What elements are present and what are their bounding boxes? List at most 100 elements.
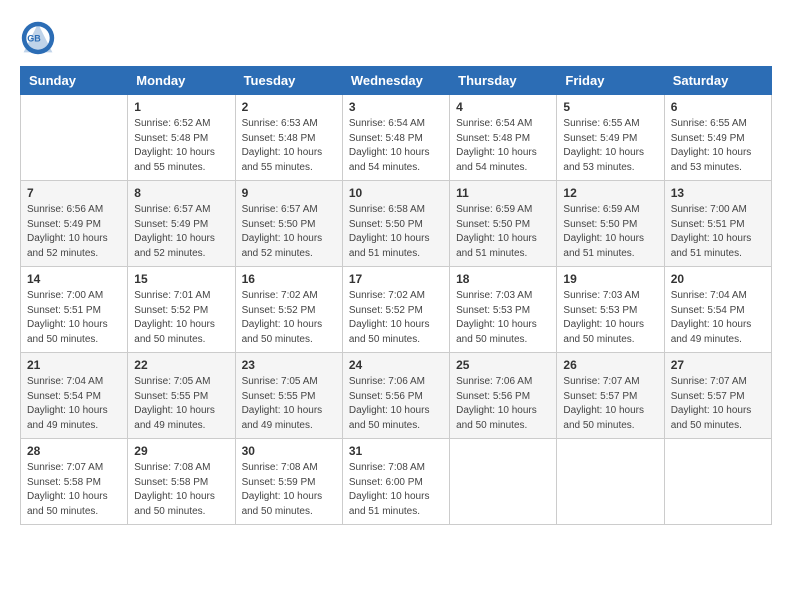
- sunrise-text: Sunrise: 6:56 AM: [27, 204, 103, 215]
- day-number: 6: [671, 100, 765, 114]
- sunrise-text: Sunrise: 7:07 AM: [563, 376, 639, 387]
- daylight-minutes-text: and 55 minutes.: [134, 162, 205, 173]
- sunset-text: Sunset: 5:53 PM: [563, 305, 637, 316]
- daylight-text: Daylight: 10 hours: [563, 233, 644, 244]
- daylight-text: Daylight: 10 hours: [27, 491, 108, 502]
- header-day-sunday: Sunday: [21, 67, 128, 95]
- day-number: 27: [671, 358, 765, 372]
- day-number: 30: [242, 444, 336, 458]
- daylight-minutes-text: and 51 minutes.: [671, 248, 742, 259]
- day-info: Sunrise: 7:05 AMSunset: 5:55 PMDaylight:…: [134, 375, 228, 433]
- day-info: Sunrise: 7:08 AMSunset: 6:00 PMDaylight:…: [349, 461, 443, 519]
- day-number: 2: [242, 100, 336, 114]
- day-info: Sunrise: 6:56 AMSunset: 5:49 PMDaylight:…: [27, 203, 121, 261]
- sunrise-text: Sunrise: 7:03 AM: [456, 290, 532, 301]
- daylight-text: Daylight: 10 hours: [456, 319, 537, 330]
- day-cell: 1Sunrise: 6:52 AMSunset: 5:48 PMDaylight…: [128, 95, 235, 181]
- daylight-minutes-text: and 50 minutes.: [242, 334, 313, 345]
- sunset-text: Sunset: 5:52 PM: [349, 305, 423, 316]
- day-info: Sunrise: 7:04 AMSunset: 5:54 PMDaylight:…: [27, 375, 121, 433]
- daylight-text: Daylight: 10 hours: [349, 147, 430, 158]
- sunset-text: Sunset: 5:48 PM: [349, 133, 423, 144]
- daylight-minutes-text: and 49 minutes.: [671, 334, 742, 345]
- day-info: Sunrise: 7:05 AMSunset: 5:55 PMDaylight:…: [242, 375, 336, 433]
- day-number: 16: [242, 272, 336, 286]
- daylight-text: Daylight: 10 hours: [671, 405, 752, 416]
- day-number: 4: [456, 100, 550, 114]
- week-row-5: 28Sunrise: 7:07 AMSunset: 5:58 PMDayligh…: [21, 439, 772, 525]
- daylight-minutes-text: and 51 minutes.: [456, 248, 527, 259]
- day-cell: [450, 439, 557, 525]
- daylight-text: Daylight: 10 hours: [242, 319, 323, 330]
- daylight-minutes-text: and 52 minutes.: [27, 248, 98, 259]
- sunrise-text: Sunrise: 6:55 AM: [563, 118, 639, 129]
- daylight-text: Daylight: 10 hours: [456, 147, 537, 158]
- sunrise-text: Sunrise: 7:02 AM: [242, 290, 318, 301]
- sunrise-text: Sunrise: 6:57 AM: [134, 204, 210, 215]
- day-info: Sunrise: 7:04 AMSunset: 5:54 PMDaylight:…: [671, 289, 765, 347]
- sunset-text: Sunset: 5:51 PM: [671, 219, 745, 230]
- daylight-minutes-text: and 49 minutes.: [27, 420, 98, 431]
- daylight-text: Daylight: 10 hours: [563, 405, 644, 416]
- daylight-text: Daylight: 10 hours: [456, 233, 537, 244]
- day-number: 28: [27, 444, 121, 458]
- sunrise-text: Sunrise: 7:08 AM: [242, 462, 318, 473]
- sunset-text: Sunset: 5:50 PM: [563, 219, 637, 230]
- daylight-minutes-text: and 50 minutes.: [456, 420, 527, 431]
- day-cell: 30Sunrise: 7:08 AMSunset: 5:59 PMDayligh…: [235, 439, 342, 525]
- page-header: GB: [20, 20, 772, 56]
- daylight-minutes-text: and 49 minutes.: [134, 420, 205, 431]
- header-day-monday: Monday: [128, 67, 235, 95]
- day-info: Sunrise: 7:01 AMSunset: 5:52 PMDaylight:…: [134, 289, 228, 347]
- daylight-minutes-text: and 55 minutes.: [242, 162, 313, 173]
- calendar-body: 1Sunrise: 6:52 AMSunset: 5:48 PMDaylight…: [21, 95, 772, 525]
- sunset-text: Sunset: 5:57 PM: [671, 391, 745, 402]
- sunset-text: Sunset: 5:59 PM: [242, 477, 316, 488]
- daylight-text: Daylight: 10 hours: [134, 491, 215, 502]
- daylight-minutes-text: and 50 minutes.: [671, 420, 742, 431]
- day-info: Sunrise: 6:55 AMSunset: 5:49 PMDaylight:…: [671, 117, 765, 175]
- sunset-text: Sunset: 5:55 PM: [134, 391, 208, 402]
- day-number: 14: [27, 272, 121, 286]
- day-info: Sunrise: 6:58 AMSunset: 5:50 PMDaylight:…: [349, 203, 443, 261]
- day-cell: 11Sunrise: 6:59 AMSunset: 5:50 PMDayligh…: [450, 181, 557, 267]
- daylight-text: Daylight: 10 hours: [349, 233, 430, 244]
- sunset-text: Sunset: 5:53 PM: [456, 305, 530, 316]
- daylight-text: Daylight: 10 hours: [134, 319, 215, 330]
- daylight-minutes-text: and 49 minutes.: [242, 420, 313, 431]
- day-cell: 28Sunrise: 7:07 AMSunset: 5:58 PMDayligh…: [21, 439, 128, 525]
- header-day-wednesday: Wednesday: [342, 67, 449, 95]
- daylight-text: Daylight: 10 hours: [27, 233, 108, 244]
- daylight-minutes-text: and 50 minutes.: [456, 334, 527, 345]
- day-cell: 13Sunrise: 7:00 AMSunset: 5:51 PMDayligh…: [664, 181, 771, 267]
- daylight-text: Daylight: 10 hours: [242, 405, 323, 416]
- sunrise-text: Sunrise: 7:08 AM: [134, 462, 210, 473]
- header-day-tuesday: Tuesday: [235, 67, 342, 95]
- daylight-minutes-text: and 50 minutes.: [27, 334, 98, 345]
- sunrise-text: Sunrise: 6:59 AM: [456, 204, 532, 215]
- week-row-4: 21 Sunrise: 7:04 AMSunset: 5:54 PMDayligh…: [21, 353, 772, 439]
- daylight-text: Daylight: 10 hours: [671, 233, 752, 244]
- daylight-minutes-text: and 50 minutes.: [134, 506, 205, 517]
- day-number: 21: [27, 358, 121, 372]
- day-number: 22: [134, 358, 228, 372]
- day-cell: 19Sunrise: 7:03 AMSunset: 5:53 PMDayligh…: [557, 267, 664, 353]
- day-info: Sunrise: 6:57 AMSunset: 5:50 PMDaylight:…: [242, 203, 336, 261]
- sunrise-text: Sunrise: 6:57 AM: [242, 204, 318, 215]
- daylight-minutes-text: and 53 minutes.: [563, 162, 634, 173]
- day-cell: 10Sunrise: 6:58 AMSunset: 5:50 PMDayligh…: [342, 181, 449, 267]
- day-info: Sunrise: 6:54 AMSunset: 5:48 PMDaylight:…: [456, 117, 550, 175]
- sunset-text: Sunset: 5:58 PM: [134, 477, 208, 488]
- sunset-text: Sunset: 5:52 PM: [134, 305, 208, 316]
- daylight-text: Daylight: 10 hours: [349, 491, 430, 502]
- sunrise-text: Sunrise: 6:58 AM: [349, 204, 425, 215]
- sunset-text: Sunset: 5:49 PM: [563, 133, 637, 144]
- sunset-text: Sunset: 5:56 PM: [349, 391, 423, 402]
- sunrise-text: Sunrise: 7:03 AM: [563, 290, 639, 301]
- sunrise-text: Sunrise: 7:04 AM: [671, 290, 747, 301]
- day-info: Sunrise: 6:54 AMSunset: 5:48 PMDaylight:…: [349, 117, 443, 175]
- day-number: 18: [456, 272, 550, 286]
- sunset-text: Sunset: 5:49 PM: [671, 133, 745, 144]
- daylight-text: Daylight: 10 hours: [242, 233, 323, 244]
- sunrise-text: Sunrise: 7:07 AM: [671, 376, 747, 387]
